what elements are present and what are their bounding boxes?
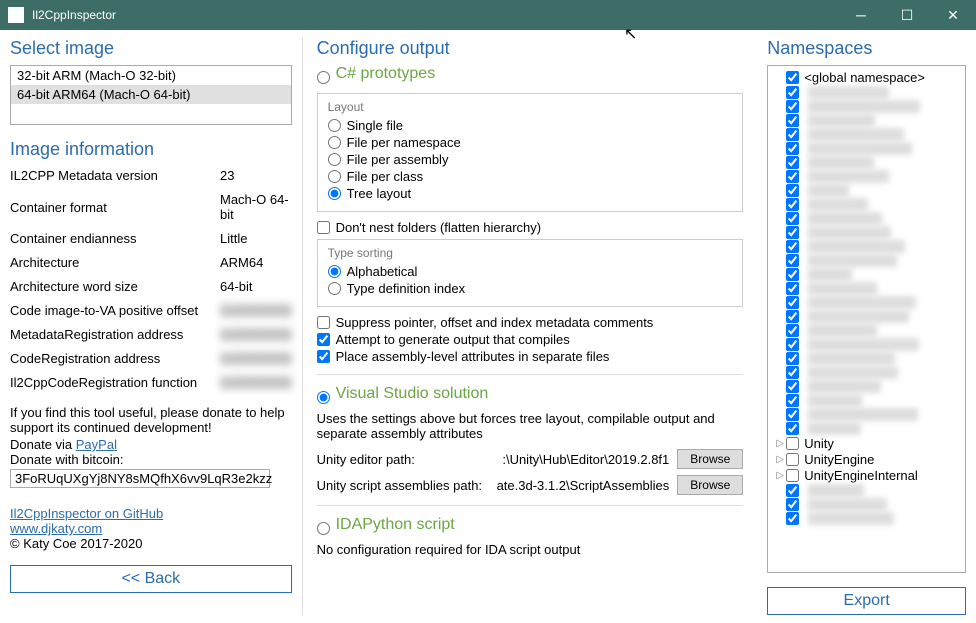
namespace-item[interactable] — [772, 366, 961, 379]
namespace-item[interactable] — [772, 198, 961, 211]
window-title: Il2CppInspector — [32, 8, 838, 22]
donate-text: If you find this tool useful, please don… — [10, 405, 292, 435]
unity-script-path: ate.3d-3.1.2\ScriptAssemblies — [497, 478, 678, 493]
namespace-item[interactable] — [772, 394, 961, 407]
select-image-heading: Select image — [10, 38, 292, 59]
export-button[interactable]: Export — [767, 587, 966, 615]
sort-radio[interactable] — [328, 265, 341, 278]
layout-group: Layout Single fileFile per namespaceFile… — [317, 93, 744, 212]
minimize-button[interactable]: ─ — [838, 0, 884, 30]
ida-radio[interactable] — [317, 522, 330, 535]
image-list-item[interactable]: 32-bit ARM (Mach-O 32-bit) — [11, 66, 291, 85]
namespace-item[interactable] — [772, 170, 961, 183]
namespace-item[interactable] — [772, 268, 961, 281]
sort-radio[interactable] — [328, 282, 341, 295]
namespace-item[interactable] — [772, 512, 961, 525]
browse-editor-button[interactable]: Browse — [677, 449, 743, 469]
configure-output-heading: Configure output — [317, 38, 744, 59]
namespace-item[interactable] — [772, 254, 961, 267]
ida-description: No configuration required for IDA script… — [317, 542, 744, 557]
vs-description: Uses the settings above but forces tree … — [317, 411, 744, 441]
namespace-item[interactable] — [772, 100, 961, 113]
vs-radio[interactable] — [317, 391, 330, 404]
namespace-item[interactable] — [772, 422, 961, 435]
namespace-item[interactable] — [772, 282, 961, 295]
layout-radio[interactable] — [328, 153, 341, 166]
close-button[interactable]: ✕ — [930, 0, 976, 30]
image-list-item[interactable]: 64-bit ARM64 (Mach-O 64-bit) — [11, 85, 291, 104]
maximize-button[interactable]: ☐ — [884, 0, 930, 30]
layout-radio[interactable] — [328, 136, 341, 149]
namespace-item[interactable] — [772, 408, 961, 421]
namespace-item[interactable] — [772, 212, 961, 225]
namespace-item[interactable] — [772, 226, 961, 239]
app-icon — [8, 7, 24, 23]
copyright-text: © Katy Coe 2017-2020 — [10, 536, 292, 551]
donate-bitcoin-label: Donate with bitcoin: — [10, 452, 292, 467]
github-link[interactable]: Il2CppInspector on GitHub — [10, 506, 292, 521]
namespace-item[interactable] — [772, 324, 961, 337]
sort-group: Type sorting AlphabeticalType definition… — [317, 239, 744, 307]
bitcoin-address[interactable]: 3FoRUqUXgYj8NY8sMQfhX6vv9LqR3e2kzz — [10, 469, 270, 488]
ida-heading: IDAPython script — [336, 516, 455, 534]
option-checkbox[interactable] — [317, 316, 330, 329]
namespace-item[interactable] — [772, 114, 961, 127]
back-button[interactable]: << Back — [10, 565, 292, 593]
website-link[interactable]: www.djkaty.com — [10, 521, 292, 536]
titlebar: Il2CppInspector ─ ☐ ✕ — [0, 0, 976, 30]
namespaces-tree[interactable]: <global namespace> ▷Unity▷UnityEngine▷Uni… — [767, 65, 966, 573]
namespace-item[interactable] — [772, 296, 961, 309]
namespaces-heading: Namespaces — [767, 38, 966, 59]
layout-radio[interactable] — [328, 187, 341, 200]
image-info-heading: Image information — [10, 139, 292, 160]
csharp-radio[interactable] — [317, 71, 330, 84]
namespace-item[interactable]: ▷UnityEngine — [772, 452, 961, 467]
layout-radio[interactable] — [328, 119, 341, 132]
unity-editor-path: :\Unity\Hub\Editor\2019.2.8f1 — [497, 452, 678, 467]
csharp-heading: C# prototypes — [336, 65, 436, 83]
namespace-item[interactable] — [772, 380, 961, 393]
vs-heading: Visual Studio solution — [336, 385, 489, 403]
flatten-checkbox[interactable] — [317, 221, 330, 234]
namespace-item[interactable] — [772, 86, 961, 99]
option-checkbox[interactable] — [317, 350, 330, 363]
paypal-link[interactable]: PayPal — [76, 437, 117, 452]
namespace-item[interactable] — [772, 240, 961, 253]
namespace-item[interactable] — [772, 128, 961, 141]
layout-radio[interactable] — [328, 170, 341, 183]
namespace-item[interactable] — [772, 484, 961, 497]
namespace-item[interactable]: ▷UnityEngineInternal — [772, 468, 961, 483]
namespace-item[interactable] — [772, 156, 961, 169]
namespace-item[interactable] — [772, 352, 961, 365]
namespace-item[interactable]: ▷Unity — [772, 436, 961, 451]
option-checkbox[interactable] — [317, 333, 330, 346]
namespace-item[interactable]: <global namespace> — [772, 70, 961, 85]
namespace-item[interactable] — [772, 184, 961, 197]
namespace-item[interactable] — [772, 310, 961, 323]
browse-script-button[interactable]: Browse — [677, 475, 743, 495]
namespace-item[interactable] — [772, 338, 961, 351]
namespace-item[interactable] — [772, 142, 961, 155]
namespace-item[interactable] — [772, 498, 961, 511]
image-listbox[interactable]: 32-bit ARM (Mach-O 32-bit)64-bit ARM64 (… — [10, 65, 292, 125]
